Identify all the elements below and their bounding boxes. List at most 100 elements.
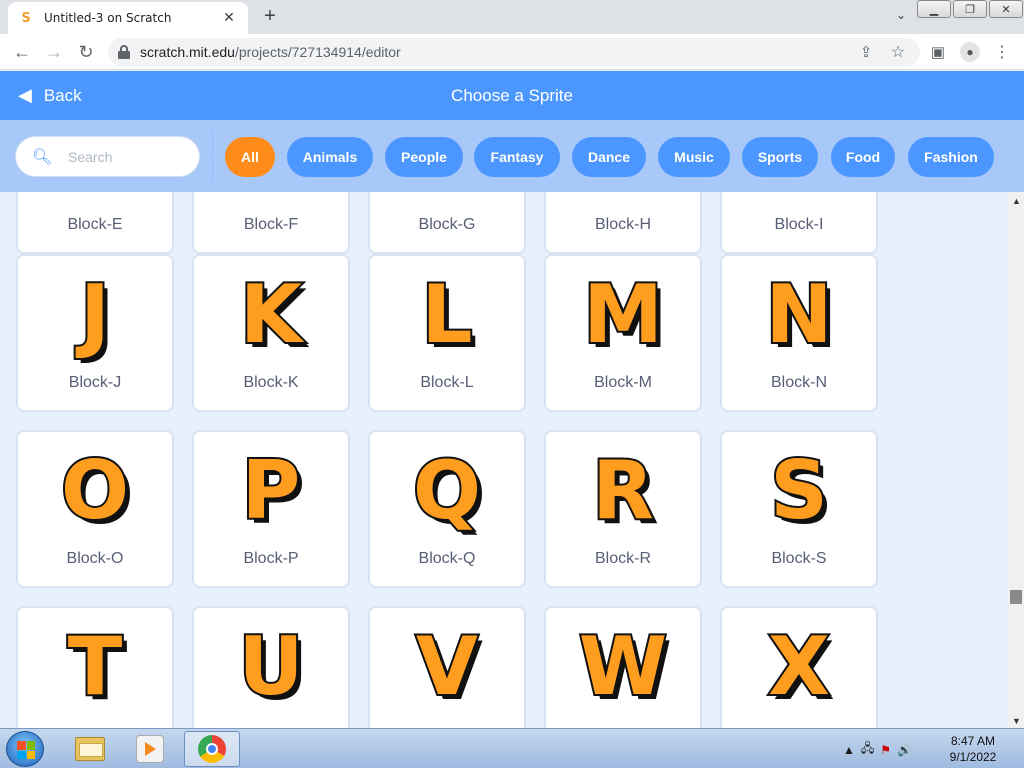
show-hidden-icons-icon[interactable]: ▲	[843, 743, 855, 757]
lock-icon	[118, 45, 130, 59]
url-path: /projects/727134914/editor	[234, 44, 401, 60]
search-box[interactable]: 🔍︎	[15, 136, 200, 177]
sprite-card[interactable]: Block-G	[368, 192, 526, 254]
bookmark-star-icon[interactable]: ☆	[886, 40, 910, 64]
scroll-down-arrow-icon[interactable]: ▼	[1012, 716, 1021, 726]
category-music[interactable]: Music	[658, 137, 730, 177]
scrollbar-thumb[interactable]	[1010, 590, 1022, 604]
volume-icon[interactable]: 🔊	[897, 743, 912, 757]
browser-tab-strip: S Untitled-3 on Scratch ✕ + ⌄ ▁ ❐ ✕	[0, 0, 1024, 34]
browser-toolbar: ← → ↻ scratch.mit.edu/projects/727134914…	[0, 34, 1024, 70]
scroll-up-arrow-icon[interactable]: ▲	[1012, 196, 1021, 206]
clock-time: 8:47 AM	[950, 734, 996, 748]
sprite-thumbnail: T	[66, 620, 125, 714]
sprite-name: Block-R	[594, 550, 651, 567]
restore-button[interactable]: ❐	[953, 0, 987, 18]
category-fashion[interactable]: Fashion	[908, 137, 994, 177]
sprite-card[interactable]: Block-I	[720, 192, 878, 254]
sprite-name: Block-N	[770, 374, 827, 391]
filter-bar: 🔍︎ All Animals People Fantasy Dance Music Spor…	[0, 120, 1024, 192]
back-arrow-icon[interactable]: ←	[10, 40, 34, 64]
sprite-card[interactable]: Block-E	[16, 192, 174, 254]
library-scrollbar[interactable]: ▲ ▼	[1008, 192, 1024, 728]
chrome-icon	[198, 735, 226, 763]
sprite-card[interactable]: R Block-R	[544, 430, 702, 588]
network-icon[interactable]: 🖧	[861, 739, 874, 760]
category-fantasy[interactable]: Fantasy	[474, 137, 560, 177]
profile-avatar-icon[interactable]: ●	[958, 40, 982, 64]
sprite-name: Block-Q	[418, 550, 476, 567]
sprite-thumbnail: X	[766, 620, 832, 714]
sprite-card[interactable]: N Block-N	[720, 254, 878, 412]
taskbar-clock[interactable]: 8:47 AM 9/1/2022	[935, 733, 1011, 765]
forward-arrow-icon[interactable]: →	[42, 40, 66, 64]
category-sports[interactable]: Sports	[742, 137, 818, 177]
sprite-card[interactable]: Q Block-Q	[368, 430, 526, 588]
sprite-name: Block-M	[594, 374, 652, 391]
sprite-thumbnail: L	[420, 268, 475, 362]
category-dance[interactable]: Dance	[572, 137, 646, 177]
folder-icon	[75, 737, 105, 761]
sprite-thumbnail: K	[238, 268, 304, 362]
sprite-name: Block-K	[243, 374, 299, 391]
category-people[interactable]: People	[385, 137, 463, 177]
sprite-name: Block-S	[771, 550, 827, 567]
clock-date: 9/1/2022	[949, 750, 997, 764]
minimize-button[interactable]: ▁	[917, 0, 951, 18]
reload-icon[interactable]: ↻	[74, 40, 98, 64]
side-panel-icon[interactable]: ▣	[926, 40, 950, 64]
taskbar-media-player[interactable]	[122, 731, 178, 767]
sprite-card[interactable]: Block-F	[192, 192, 350, 254]
search-input[interactable]	[68, 148, 188, 165]
sprite-thumbnail: S	[768, 444, 830, 538]
sprite-card[interactable]: M Block-M	[544, 254, 702, 412]
close-window-button[interactable]: ✕	[989, 0, 1023, 18]
sprite-card[interactable]: U	[192, 606, 350, 728]
sprite-card[interactable]: V	[368, 606, 526, 728]
new-tab-button[interactable]: +	[258, 5, 282, 28]
browser-tab[interactable]: S Untitled-3 on Scratch ✕	[8, 2, 248, 34]
tab-close-icon[interactable]: ✕	[220, 10, 238, 26]
taskbar-explorer[interactable]	[62, 731, 118, 767]
sprite-name: Block-P	[243, 550, 299, 567]
sprite-thumbnail: P	[240, 444, 303, 538]
library-header: ◀ Back Choose a Sprite	[0, 71, 1024, 120]
sprite-thumbnail: N	[764, 268, 835, 362]
search-icon: 🔍︎	[32, 148, 53, 166]
sprite-name: Block-L	[420, 374, 474, 391]
url-host: scratch.mit.edu	[140, 44, 235, 60]
media-player-icon	[136, 735, 164, 763]
sprite-thumbnail: M	[581, 268, 665, 362]
sprite-card[interactable]: Block-H	[544, 192, 702, 254]
sprite-card[interactable]: P Block-P	[192, 430, 350, 588]
sprite-thumbnail: W	[577, 620, 669, 714]
browser-menu-icon[interactable]: ⋮	[990, 40, 1014, 64]
sprite-card[interactable]: T	[16, 606, 174, 728]
taskbar-chrome[interactable]	[184, 731, 240, 767]
sprite-card[interactable]: L Block-L	[368, 254, 526, 412]
tab-title: Untitled-3 on Scratch	[44, 11, 172, 25]
category-all[interactable]: All	[225, 137, 275, 177]
system-tray: ▲ 🖧 ⚑ 🔊	[843, 739, 912, 760]
start-button[interactable]	[6, 731, 44, 767]
sprite-thumbnail: O	[59, 444, 131, 538]
sprite-card[interactable]: O Block-O	[16, 430, 174, 588]
category-food[interactable]: Food	[831, 137, 895, 177]
category-animals[interactable]: Animals	[287, 137, 373, 177]
window-controls: ▁ ❐ ✕	[916, 0, 1024, 18]
address-bar[interactable]: scratch.mit.edu/projects/727134914/edito…	[108, 38, 920, 66]
sprite-card[interactable]: W	[544, 606, 702, 728]
sprite-name: Block-G	[418, 216, 476, 233]
share-icon[interactable]: ⇪	[854, 40, 878, 64]
sprite-thumbnail: Q	[411, 444, 483, 538]
sprite-card[interactable]: S Block-S	[720, 430, 878, 588]
action-center-icon[interactable]: ⚑	[880, 743, 891, 757]
sprite-card[interactable]: K Block-K	[192, 254, 350, 412]
tab-search-chevron-icon[interactable]: ⌄	[896, 8, 906, 22]
sprite-thumbnail: J	[78, 268, 112, 362]
sprite-card[interactable]: X	[720, 606, 878, 728]
windows-logo-icon	[17, 741, 35, 759]
sprite-card[interactable]: J Block-J	[16, 254, 174, 412]
page-title: Choose a Sprite	[451, 86, 573, 105]
sprite-name: Block-O	[66, 550, 124, 567]
